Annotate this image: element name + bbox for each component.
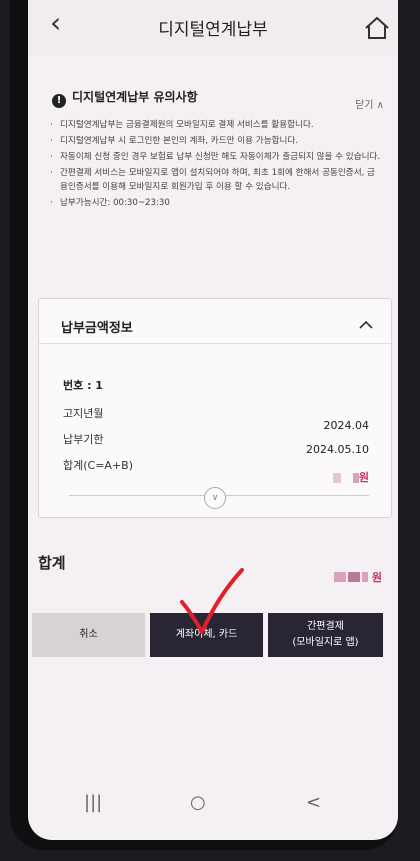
info-icon: ! — [52, 94, 66, 108]
app-header: ‹ 디지털연계납부 — [28, 0, 398, 56]
bill-number: 번호 : 1 — [63, 379, 103, 392]
subtotal-value: 원 — [332, 469, 369, 485]
billing-month-value: 2024.04 — [323, 419, 370, 432]
chevron-up-icon[interactable] — [359, 321, 373, 329]
app-screen: ‹ 디지털연계납부 ! 디지털연계납부 유의사항 닫기 ∧ 디지털연계납부는 금융… — [28, 0, 398, 840]
notice-item: 자동이체 신청 중인 경우 보험료 납부 신청만 해도 자동이체가 출금되지 않… — [50, 150, 382, 164]
home-nav-icon[interactable]: ○ — [190, 792, 206, 813]
notice-item: 간편결제 서비스는 모바일지로 앱이 설치되어야 하며, 최초 1회에 한해서 … — [50, 166, 382, 194]
redacted-amount — [347, 571, 360, 582]
notice-section: ! 디지털연계납부 유의사항 닫기 ∧ 디지털연계납부는 금융결제원의 모바일지로… — [28, 70, 398, 270]
notice-item: 납부가능시간: 00:30~23:30 — [50, 196, 382, 210]
subtotal-unit: 원 — [358, 471, 369, 484]
recent-apps-icon[interactable]: ||| — [84, 792, 102, 813]
cancel-button[interactable]: 취소 — [32, 613, 145, 657]
due-date-label: 납부기한 — [63, 433, 104, 446]
total-value: 원 — [333, 566, 382, 585]
simple-pay-line1: 간편결제 — [307, 621, 344, 632]
back-nav-icon[interactable]: < — [306, 792, 321, 813]
notice-heading-text: 디지털연계납부 유의사항 — [72, 90, 198, 104]
redacted-amount — [333, 571, 346, 582]
card-header[interactable]: 납부금액정보 — [39, 299, 391, 344]
notice-heading: ! 디지털연계납부 유의사항 — [52, 88, 198, 108]
checkmark-annotation — [180, 568, 244, 634]
phone-frame: ‹ 디지털연계납부 ! 디지털연계납부 유의사항 닫기 ∧ 디지털연계납부는 금융… — [10, 0, 398, 850]
subtotal-label: 합계(C=A+B) — [63, 459, 134, 472]
home-icon[interactable] — [364, 16, 390, 40]
total-label: 합계 — [38, 554, 66, 572]
notice-item: 디지털연계납부는 금융결제원의 모바일지로 결제 서비스를 활용합니다. — [50, 118, 382, 132]
simple-pay-label: 간편결제 (모바일지로 앱) — [292, 619, 358, 651]
notice-close-button[interactable]: 닫기 ∧ — [355, 96, 384, 111]
notice-item: 디지털연계납부 시 로그인한 본인의 계좌, 카드만 이용 가능합니다. — [50, 134, 382, 148]
card-title: 납부금액정보 — [61, 321, 133, 336]
page-title: 디지털연계납부 — [158, 20, 268, 40]
total-unit: 원 — [371, 571, 382, 584]
simple-pay-button[interactable]: 간편결제 (모바일지로 앱) — [268, 613, 383, 657]
system-nav-bar: ||| ○ < — [28, 778, 398, 828]
notice-list: 디지털연계납부는 금융결제원의 모바일지로 결제 서비스를 활용합니다. 디지털… — [50, 118, 382, 212]
redacted-amount — [361, 571, 368, 582]
billing-month-label: 고지년월 — [63, 407, 104, 420]
redacted-amount — [332, 473, 341, 483]
due-date-value: 2024.05.10 — [306, 443, 369, 456]
payment-amount-card: 납부금액정보 번호 : 1 고지년월 2024.04 납부기한 2024.05.… — [38, 298, 392, 518]
chevron-down-icon[interactable]: ∨ — [204, 487, 226, 509]
simple-pay-line2: (모바일지로 앱) — [292, 637, 359, 648]
